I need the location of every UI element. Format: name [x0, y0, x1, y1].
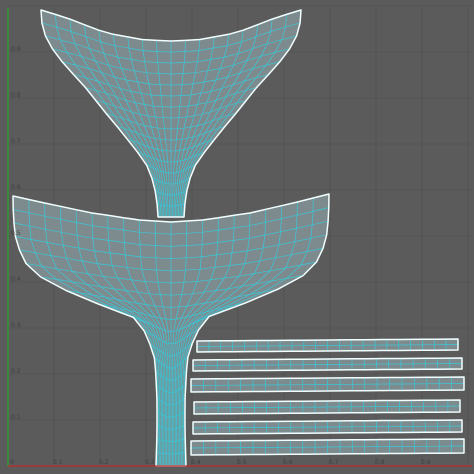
strap-strip-4[interactable]: [193, 399, 461, 415]
v-tick-label: 0.2: [11, 368, 21, 375]
v-tick-label: 0.1: [11, 414, 21, 421]
u-tick-label: 0: [10, 459, 14, 466]
strap-strip-2[interactable]: [192, 357, 463, 372]
strap-strip-5[interactable]: [192, 419, 463, 435]
uv-canvas[interactable]: 0.9 0.8 0.7 0.6 0.5 0.4 0.3 0.2 0.1 0 0.…: [0, 0, 474, 474]
u-tick-label: 0.6: [283, 459, 293, 466]
v-tick-label: 0.5: [11, 230, 21, 237]
v-tick-label: 0.7: [11, 138, 21, 145]
u-tick-label: 0.2: [99, 459, 109, 466]
u-tick-label: 0.9: [421, 459, 431, 466]
u-tick-label: 0.5: [237, 459, 247, 466]
strap-strip-6[interactable]: [190, 438, 465, 456]
u-tick-label: 0.4: [191, 459, 201, 466]
u-tick-label: 0.8: [375, 459, 385, 466]
v-tick-label: 0.9: [11, 46, 21, 53]
v-tick-label: 0.6: [11, 184, 21, 191]
uv-editor-viewport[interactable]: 0.9 0.8 0.7 0.6 0.5 0.4 0.3 0.2 0.1 0 0.…: [0, 0, 474, 474]
u-tick-label: 0.7: [329, 459, 339, 466]
v-tick-label: 0.3: [11, 322, 21, 329]
v-tick-label: 0.4: [11, 276, 21, 283]
u-tick-label: 0.3: [145, 459, 155, 466]
strap-strip-1[interactable]: [196, 338, 459, 353]
v-tick-label: 0.8: [11, 92, 21, 99]
strap-strip-3[interactable]: [190, 376, 465, 393]
u-tick-label: 0.1: [53, 459, 63, 466]
